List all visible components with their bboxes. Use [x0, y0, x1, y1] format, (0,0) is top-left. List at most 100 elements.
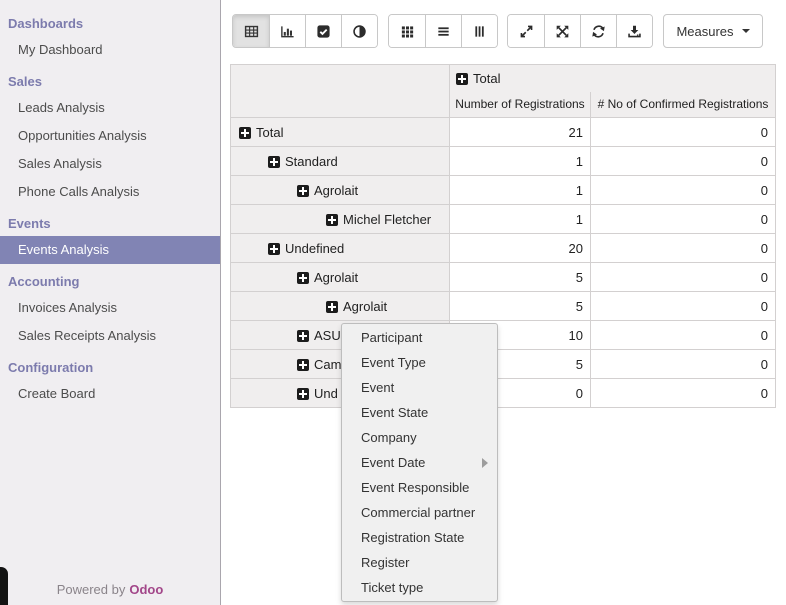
expand-row-icon[interactable]	[297, 185, 309, 197]
expand-button[interactable]	[508, 15, 544, 47]
menu-item-commercial-partner[interactable]: Commercial partner	[342, 500, 497, 525]
sidebar-item-phone-calls-analysis[interactable]: Phone Calls Analysis	[0, 178, 220, 206]
expand-row-icon[interactable]	[268, 243, 280, 255]
cell-value: 0	[591, 263, 776, 292]
cell-value: 5	[450, 263, 591, 292]
sidebar-section-accounting: Accounting	[0, 270, 220, 294]
menu-item-registration-state[interactable]: Registration State	[342, 525, 497, 550]
expand-row-icon[interactable]	[326, 301, 338, 313]
row-label: Agrolait	[314, 270, 358, 285]
row-label: Michel Fletcher	[343, 212, 431, 227]
row-label: Agrolait	[343, 299, 387, 314]
table-row: Agrolait 1 0	[231, 176, 776, 205]
sidebar-item-leads-analysis[interactable]: Leads Analysis	[0, 94, 220, 122]
download-button[interactable]	[616, 15, 652, 47]
cell-value: 0	[591, 147, 776, 176]
sidebar-item-events-analysis[interactable]: Events Analysis	[0, 236, 220, 264]
pivot-corner-cell	[231, 65, 450, 118]
row-header-agrolait-3[interactable]: Agrolait	[231, 292, 450, 321]
table-row: ASU 10 0	[231, 321, 776, 350]
table-row: Total 21 0	[231, 118, 776, 147]
row-label: Agrolait	[314, 183, 358, 198]
expand-row-icon[interactable]	[297, 388, 309, 400]
sidebar-item-create-board[interactable]: Create Board	[0, 380, 220, 408]
download-icon	[627, 24, 642, 39]
cell-value: 20	[450, 234, 591, 263]
menu-item-event-responsible[interactable]: Event Responsible	[342, 475, 497, 500]
row-header-total[interactable]: Total	[231, 118, 450, 147]
menu-item-event[interactable]: Event	[342, 375, 497, 400]
table-row: Cam 5 0	[231, 350, 776, 379]
table-row: Michel Fletcher 1 0	[231, 205, 776, 234]
expand-row-icon[interactable]	[297, 359, 309, 371]
refresh-button[interactable]	[580, 15, 616, 47]
table-row: Agrolait 5 0	[231, 292, 776, 321]
arrows-all-directions-icon	[555, 24, 570, 39]
layout-button-group	[388, 14, 498, 48]
cell-value: 0	[591, 118, 776, 147]
sidebar-item-sales-receipts-analysis[interactable]: Sales Receipts Analysis	[0, 322, 220, 350]
sidebar-item-invoices-analysis[interactable]: Invoices Analysis	[0, 294, 220, 322]
check-square-button[interactable]	[305, 15, 341, 47]
expand-row-icon[interactable]	[239, 127, 251, 139]
menu-item-event-type[interactable]: Event Type	[342, 350, 497, 375]
row-header-michel-fletcher[interactable]: Michel Fletcher	[231, 205, 450, 234]
row-label: Undefined	[285, 241, 344, 256]
expand-row-icon[interactable]	[268, 156, 280, 168]
menu-item-event-date[interactable]: Event Date	[342, 450, 497, 475]
row-header-standard[interactable]: Standard	[231, 147, 450, 176]
row-label: Cam	[314, 357, 341, 372]
expand-row-icon[interactable]	[297, 272, 309, 284]
measure-header-confirmed-registrations: # No of Confirmed Registrations	[591, 92, 776, 118]
contrast-button[interactable]	[341, 15, 377, 47]
sidebar-section-configuration: Configuration	[0, 356, 220, 380]
expand-row-icon[interactable]	[297, 330, 309, 342]
submenu-arrow-icon	[482, 458, 488, 468]
row-label: Total	[256, 125, 283, 140]
menu-item-participant[interactable]: Participant	[342, 325, 497, 350]
cell-value: 1	[450, 205, 591, 234]
row-header-undefined[interactable]: Undefined	[231, 234, 450, 263]
sidebar-item-opportunities-analysis[interactable]: Opportunities Analysis	[0, 122, 220, 150]
column-group-label: Total	[473, 71, 500, 86]
refresh-icon	[591, 24, 606, 39]
corner-black-box	[0, 567, 8, 605]
measures-dropdown-button[interactable]: Measures	[663, 14, 763, 48]
arrows-all-button[interactable]	[544, 15, 580, 47]
pivot-table-container: Total Number of Registrations # No of Co…	[230, 64, 776, 408]
groupby-dropdown-menu: Participant Event Type Event Event State…	[341, 323, 498, 602]
menu-item-event-state[interactable]: Event State	[342, 400, 497, 425]
bar-chart-icon	[280, 24, 295, 39]
caret-down-icon	[742, 29, 750, 33]
cell-value: 0	[591, 321, 776, 350]
sidebar-section-events: Events	[0, 212, 220, 236]
measure-header-registrations: Number of Registrations	[450, 92, 591, 118]
table-view-button[interactable]	[233, 15, 269, 47]
menu-item-company[interactable]: Company	[342, 425, 497, 450]
cell-value: 0	[591, 379, 776, 408]
grid-dots-button[interactable]	[389, 15, 425, 47]
dashboard-sidebar: Dashboards My Dashboard Sales Leads Anal…	[0, 0, 221, 605]
vertical-bars-button[interactable]	[461, 15, 497, 47]
sidebar-item-my-dashboard[interactable]: My Dashboard	[0, 36, 220, 64]
row-header-agrolait[interactable]: Agrolait	[231, 176, 450, 205]
cell-value: 0	[591, 350, 776, 379]
expand-row-icon[interactable]	[326, 214, 338, 226]
menu-item-ticket-type[interactable]: Ticket type	[342, 575, 497, 600]
odoo-brand-link[interactable]: Odoo	[129, 582, 163, 597]
contrast-icon	[352, 24, 367, 39]
row-label: Und	[314, 386, 338, 401]
pivot-column-group-header[interactable]: Total	[450, 65, 776, 92]
cell-value: 1	[450, 147, 591, 176]
row-header-agrolait-2[interactable]: Agrolait	[231, 263, 450, 292]
vertical-bars-icon	[472, 24, 487, 39]
horizontal-bars-button[interactable]	[425, 15, 461, 47]
sidebar-item-sales-analysis[interactable]: Sales Analysis	[0, 150, 220, 178]
menu-item-register[interactable]: Register	[342, 550, 497, 575]
grid-dots-icon	[400, 24, 415, 39]
table-row: Agrolait 5 0	[231, 263, 776, 292]
cell-value: 0	[591, 234, 776, 263]
bar-chart-view-button[interactable]	[269, 15, 305, 47]
expand-column-icon[interactable]	[456, 73, 468, 85]
horizontal-bars-icon	[436, 24, 451, 39]
